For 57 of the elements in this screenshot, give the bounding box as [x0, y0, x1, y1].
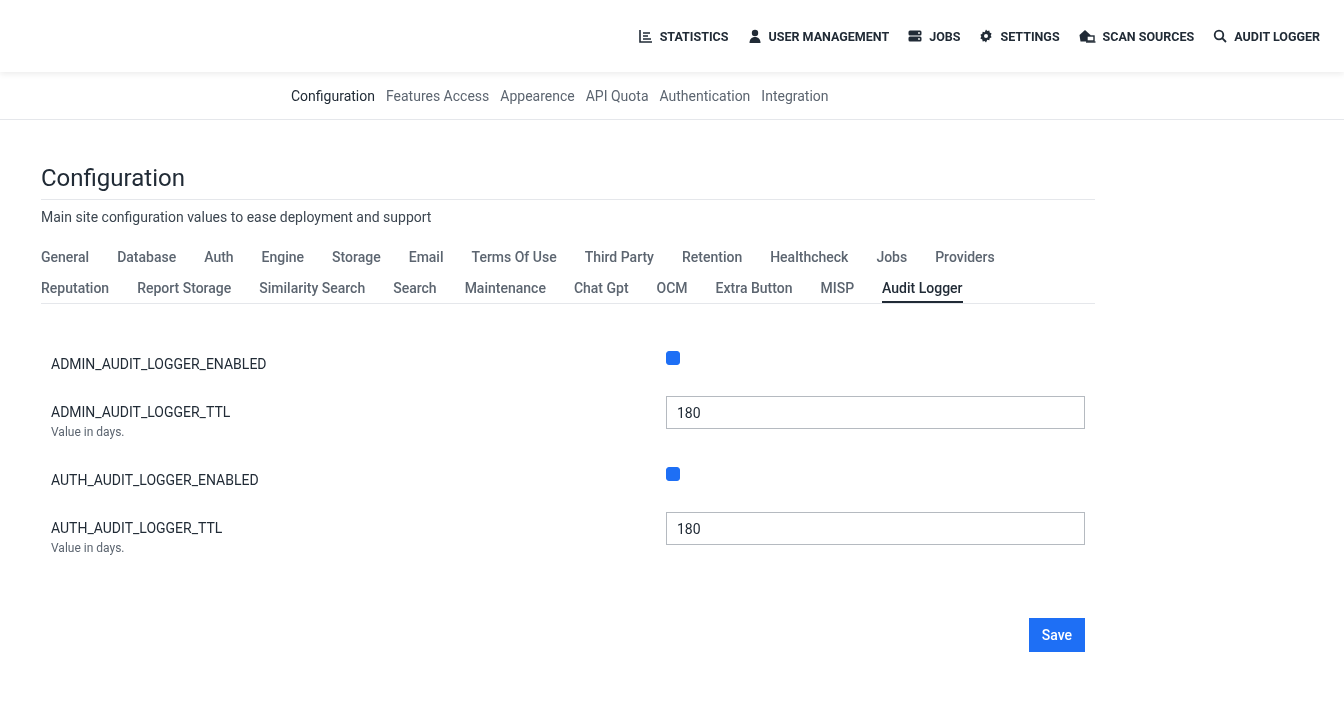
checkbox[interactable]	[666, 351, 680, 365]
settings-tab[interactable]: Report Storage	[137, 280, 232, 303]
subnav-tab[interactable]: Appearence	[500, 87, 575, 104]
house-laptop-icon	[1078, 29, 1096, 43]
nav-label: SETTINGS	[1000, 28, 1060, 44]
nav-label: STATISTICS	[659, 28, 729, 44]
subnav-tab[interactable]: Integration	[761, 87, 829, 104]
settings-tab[interactable]: General	[41, 249, 90, 272]
page-title: Configuration	[41, 164, 1095, 200]
subnav-tab[interactable]: Configuration	[291, 87, 375, 104]
settings-tab[interactable]: Chat Gpt	[573, 280, 629, 303]
settings-tab[interactable]: Extra Button	[715, 280, 793, 303]
settings-tab[interactable]: Database	[117, 249, 177, 272]
search-icon	[1213, 29, 1228, 43]
settings-tab[interactable]: Providers	[935, 249, 995, 272]
nav-link[interactable]: SETTINGS	[979, 28, 1060, 44]
nav-link[interactable]: AUDIT LOGGER	[1213, 28, 1320, 44]
nav-link[interactable]: STATISTICS	[638, 28, 729, 44]
settings-icon	[979, 29, 994, 43]
number-input-field[interactable]: 180	[666, 512, 1085, 545]
setting-help-text: Value in days.	[51, 541, 126, 555]
settings-tab[interactable]: OCM	[656, 280, 688, 303]
nav-label: SCAN SOURCES	[1102, 28, 1195, 44]
settings-tab[interactable]: Third Party	[584, 249, 654, 272]
chart-icon	[638, 29, 653, 43]
settings-tab[interactable]: Auth	[204, 249, 234, 272]
settings-tab[interactable]: Engine	[261, 249, 305, 272]
nav-link[interactable]: JOBS	[908, 28, 961, 44]
subnav-tab[interactable]: API Quota	[585, 87, 649, 104]
setting-label: ADMIN_AUDIT_LOGGER_ENABLED	[51, 356, 268, 372]
settings-tab[interactable]: Healthcheck	[770, 249, 849, 272]
nav-link[interactable]: SCAN SOURCES	[1078, 28, 1195, 44]
subnav-tab[interactable]: Features Access	[385, 87, 490, 104]
settings-tab[interactable]: MISP	[820, 280, 855, 303]
settings-tab[interactable]: Jobs	[876, 249, 908, 272]
nav-label: AUDIT LOGGER	[1234, 28, 1320, 44]
number-input-field[interactable]: 180	[666, 396, 1085, 429]
save-button[interactable]: Save	[1028, 618, 1085, 652]
settings-tab[interactable]: Email	[408, 249, 444, 272]
subnav-tab[interactable]: Authentication	[659, 87, 751, 104]
page-description: Main site configuration values to ease deployment and support	[41, 209, 433, 225]
user-icon	[747, 29, 762, 43]
setting-help-text: Value in days.	[51, 425, 126, 439]
settings-tab[interactable]: Storage	[332, 249, 381, 272]
nav-label: JOBS	[929, 28, 961, 44]
setting-label: AUTH_AUDIT_LOGGER_TTL	[51, 520, 224, 536]
settings-tab[interactable]: Terms Of Use	[471, 249, 557, 272]
setting-label: ADMIN_AUDIT_LOGGER_TTL	[51, 404, 232, 420]
settings-tab[interactable]: Maintenance	[464, 280, 546, 303]
settings-tab[interactable]: Similarity Search	[259, 280, 366, 303]
settings-tab[interactable]: Reputation	[41, 280, 110, 303]
setting-label: AUTH_AUDIT_LOGGER_ENABLED	[51, 472, 260, 488]
checkbox[interactable]	[666, 467, 680, 481]
settings-tab[interactable]: Search	[393, 280, 437, 303]
settings-tab[interactable]: Audit Logger	[882, 280, 963, 303]
settings-tab[interactable]: Retention	[681, 249, 743, 272]
server-icon	[908, 29, 923, 43]
